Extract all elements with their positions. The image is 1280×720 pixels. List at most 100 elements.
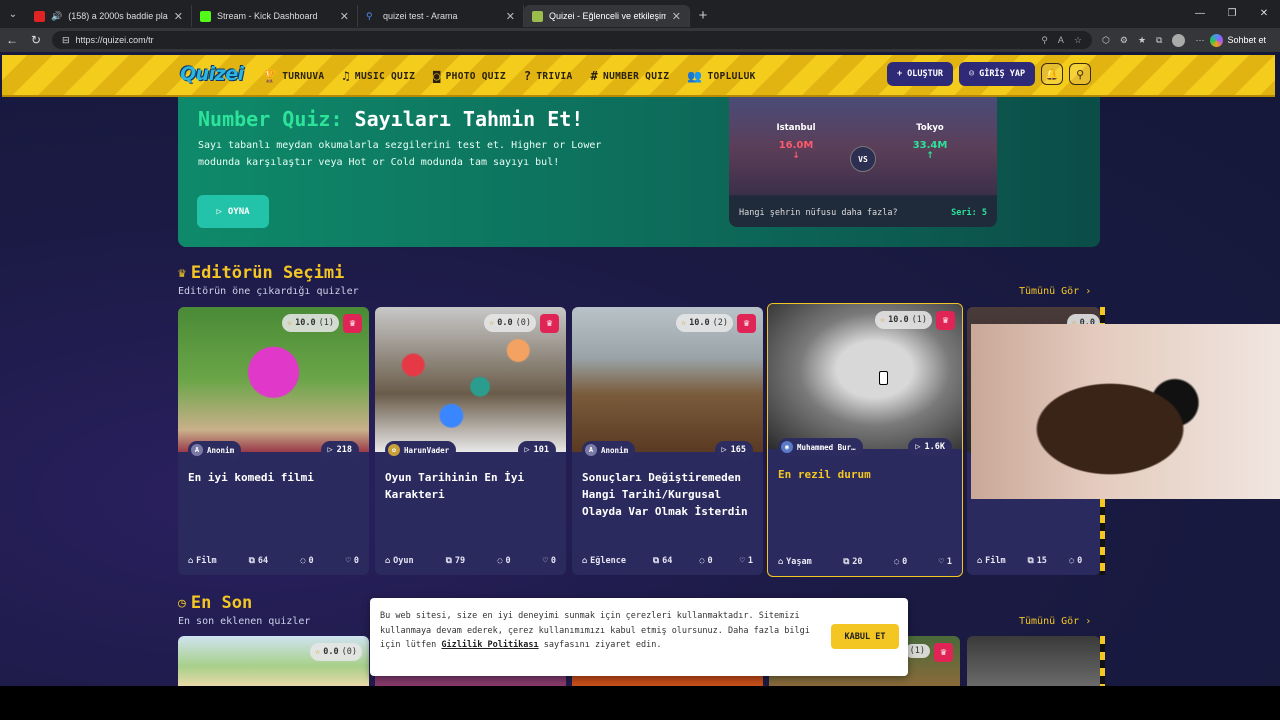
avatar: A (585, 444, 597, 456)
menu-item-number-quiz[interactable]: # NUMBER QUIZ (591, 69, 670, 83)
menu-item-photo-quiz[interactable]: ◙ PHOTO QUIZ (433, 69, 506, 83)
author-name: Muhammed Bur… (797, 442, 856, 452)
menu-item-topluluk[interactable]: 👥 TOPLULUK (687, 69, 755, 83)
new-tab-button[interactable]: + (690, 7, 716, 24)
menu-item-turnuva[interactable]: 🏆 TURNUVA (262, 69, 324, 83)
author-chip[interactable]: ◉ Muhammed Bur… (778, 438, 863, 456)
author-chip[interactable]: ✿ HarunVader (385, 441, 457, 459)
latest-title: ◷ En Son (178, 593, 252, 613)
crown-icon: ♛ (737, 314, 756, 333)
quiz-card[interactable]: ☆ 10.0 (2) ♛ A Anonim ▷ 165 Sonuçları Değişt… (572, 307, 763, 575)
favorites-icon[interactable]: ★ (1138, 35, 1146, 46)
notifications-bell-icon[interactable]: 🔔 (1041, 63, 1064, 85)
quiz-meta: ⌂ Film ⧉ 64 ◌ 0 ♡ 0 (188, 556, 359, 566)
more-icon[interactable]: ⋯ (1195, 35, 1204, 46)
rating-value: 10.0 (689, 318, 710, 328)
login-button[interactable]: ☺ GİRİŞ YAP (958, 62, 1036, 86)
site-info-icon[interactable]: ⊟ (62, 35, 70, 46)
main-menu: 🏆 TURNUVA ♫ MUSIC QUIZ ◙ PHOTO QUIZ ? TRIVIA… (262, 55, 756, 97)
menu-label: TURNUVA (282, 70, 325, 82)
comment-icon: ◌ (300, 556, 306, 566)
url-actions: ⚲ A ☆ (1041, 35, 1092, 46)
accept-cookies-button[interactable]: KABUL ET (831, 624, 899, 649)
question-count-value: 20 (852, 557, 863, 567)
rating-badge: ☆ 0.0 (0) (484, 314, 536, 332)
play-icon: ▷ (327, 445, 333, 455)
crown-icon: ♛ (343, 314, 362, 333)
close-window-icon[interactable]: ✕ (1248, 0, 1280, 28)
quizei-logo[interactable]: Quizei (180, 63, 244, 85)
clock-icon: ◷ (178, 595, 186, 611)
rating-count: (0) (515, 318, 531, 328)
city-name: Tokyo (916, 123, 944, 133)
back-icon[interactable]: ← (0, 33, 24, 47)
question-count-value: 79 (454, 556, 466, 566)
question-count: ⧉ 20 (843, 557, 862, 567)
create-button[interactable]: + OLUŞTUR (887, 62, 953, 86)
streak-counter: Seri: 5 (951, 208, 987, 218)
rating-value: 0.0 (323, 647, 339, 657)
category: ⌂ Film (977, 556, 1006, 566)
latest-quiz-card[interactable] (967, 636, 1100, 686)
zoom-icon[interactable]: ⚲ (1041, 35, 1048, 46)
author-name: HarunVader (404, 445, 450, 455)
avatar: A (191, 444, 203, 456)
close-icon[interactable]: ✕ (672, 10, 681, 23)
close-icon[interactable]: ✕ (174, 10, 183, 23)
close-icon[interactable]: ✕ (506, 10, 515, 23)
favorite-star-icon[interactable]: ☆ (1074, 35, 1082, 46)
comment-count-value: 0 (505, 556, 511, 566)
latest-quiz-card[interactable]: ☆ 0.0 (0) (178, 636, 369, 686)
extensions-icon[interactable]: ⬡ (1102, 35, 1110, 46)
quiz-card[interactable]: ☆ 0.0 (0) ♛ ✿ HarunVader ▷ 101 Oyun Tarihini… (375, 307, 566, 575)
quiz-card[interactable]: ☆ 10.0 (1) ♛ A Anonim ▷ 218 En iyi komedi fi… (178, 307, 369, 575)
tab-youtube[interactable]: 🔊 (158) a 2000s baddie playlist ✕ (26, 5, 192, 27)
privacy-policy-link[interactable]: Gizlilik Politikası (441, 640, 538, 650)
city-name: Istanbul (776, 123, 816, 133)
copilot-button[interactable]: Sohbet et (1210, 33, 1266, 47)
menu-item-trivia[interactable]: ? TRIVIA (524, 69, 573, 83)
quiz-thumbnail (375, 307, 566, 452)
minimize-icon[interactable]: — (1184, 0, 1216, 28)
split-screen-icon[interactable]: ⚙ (1120, 35, 1128, 46)
quiz-card-highlighted[interactable]: ☆ 10.0 (1) ♛ ◉ Muhammed Bur… ▷ 1.6K En rezil… (767, 303, 963, 577)
category: ⌂ Eğlence (582, 556, 626, 566)
profile-avatar[interactable] (1172, 33, 1186, 47)
search-icon[interactable]: ⚲ (1069, 63, 1092, 85)
user-icon: ☺ (968, 69, 975, 79)
read-aloud-icon[interactable]: A (1058, 35, 1064, 46)
author-chip[interactable]: A Anonim (582, 441, 636, 459)
category: ⌂ Oyun (385, 556, 414, 566)
category-label: Eğlence (590, 556, 626, 566)
speaker-icon[interactable]: 🔊 (51, 11, 62, 22)
tag-icon: ⌂ (582, 556, 588, 566)
comment-icon: ◌ (497, 556, 503, 566)
category: ⌂ Yaşam (778, 557, 812, 567)
close-icon[interactable]: ✕ (340, 10, 349, 23)
quiz-thumbnail (178, 307, 369, 452)
play-button[interactable]: ▷ OYNA (197, 195, 269, 228)
tab-actions-icon[interactable]: ⌄ (0, 0, 26, 28)
rating-count: (2) (712, 318, 728, 328)
author-chip[interactable]: A Anonim (188, 441, 242, 459)
tab-quizei[interactable]: Quizei - Eğlenceli ve etkileşimli qu ✕ (524, 5, 690, 27)
hash-icon: # (590, 69, 599, 83)
like-count-value: 1 (946, 557, 952, 567)
site-navbar: Quizei 🏆 TURNUVA ♫ MUSIC QUIZ ◙ PHOTO QUIZ … (2, 55, 1275, 97)
play-icon: ▷ (216, 206, 222, 217)
latest-see-all-link[interactable]: Tümünü Gör › (1019, 616, 1091, 627)
url-field[interactable]: ⊟ https://quizei.com/tr ⚲ A ☆ (52, 31, 1092, 49)
tab-kick[interactable]: Stream - Kick Dashboard ✕ (192, 5, 358, 27)
hero-title-main: Sayıları Tahmin Et! (354, 107, 584, 131)
collections-icon[interactable]: ⧉ (1156, 35, 1162, 46)
city-comparison-card[interactable]: Istanbul 16.0M ↓ VS Tokyo 33.4M ↑ Hangi … (729, 97, 997, 227)
comment-count: ◌ 0 (497, 556, 510, 566)
play-icon: ▷ (915, 442, 921, 452)
tab-search[interactable]: ⚲ quizei test - Arama ✕ (358, 5, 524, 27)
reload-icon[interactable]: ↻ (24, 33, 48, 47)
editors-see-all-link[interactable]: Tümünü Gör › (1019, 286, 1091, 297)
menu-item-music-quiz[interactable]: ♫ MUSIC QUIZ (342, 69, 415, 83)
rating-badge: ☆ 10.0 (1) (875, 311, 932, 329)
restore-icon[interactable]: ❐ (1216, 0, 1248, 28)
like-count-value: 0 (353, 556, 359, 566)
